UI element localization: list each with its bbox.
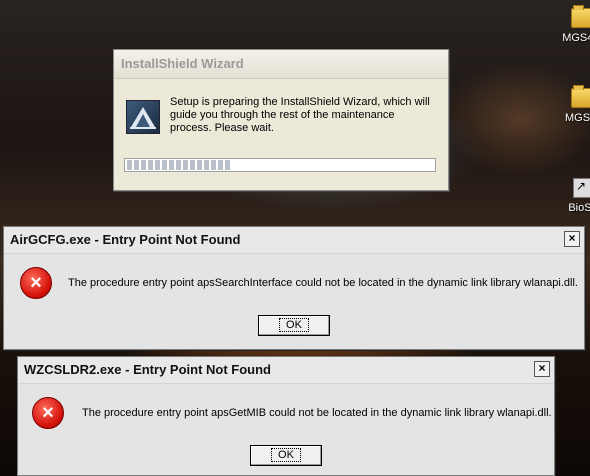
desktop-icon-label: BioSh [568,202,590,214]
error-message: The procedure entry point apsSearchInter… [68,277,578,289]
progress-segment [211,160,216,170]
ok-button-label: OK [271,448,301,462]
progress-segment [225,160,230,170]
ok-button[interactable]: OK [250,445,322,466]
progress-segment [183,160,188,170]
dialog-title-text: WZCSLDR2.exe - Entry Point Not Found [24,362,271,377]
shortcut-icon [573,178,590,198]
ok-button[interactable]: OK [258,315,330,336]
error-x-icon: × [20,267,52,299]
ok-button-label: OK [279,318,309,332]
progress-segment [134,160,139,170]
progress-segment [218,160,223,170]
wizard-progress-bar [124,158,436,172]
desktop-icon-label: MGS4 S [562,32,590,44]
progress-segment [155,160,160,170]
progress-segment [127,160,132,170]
folder-icon [571,5,590,28]
desktop-icon-mgs-r[interactable]: MGS R [553,85,590,124]
desktop-icon-bioshock[interactable]: BioSh [553,178,590,214]
wizard-message: Setup is preparing the InstallShield Wiz… [170,96,430,134]
error-dialog-wzcsldr2: WZCSLDR2.exe - Entry Point Not Found × ×… [17,356,555,476]
dialog-title: WZCSLDR2.exe - Entry Point Not Found × [18,357,554,384]
progress-segment [197,160,202,170]
error-x-icon: × [32,397,64,429]
wizard-title: InstallShield Wizard [114,50,448,79]
progress-segment [148,160,153,170]
installshield-wizard-window: InstallShield Wizard Setup is preparing … [113,49,449,191]
progress-segment [162,160,167,170]
close-button[interactable]: × [564,231,580,247]
desktop-icon-mgs4[interactable]: MGS4 S [553,5,590,44]
progress-segment [176,160,181,170]
error-dialog-airgcfg: AirGCFG.exe - Entry Point Not Found × × … [3,226,585,350]
progress-segment [169,160,174,170]
progress-segment [204,160,209,170]
desktop-icon-label: MGS R [564,112,590,124]
progress-segment [190,160,195,170]
dialog-title-text: AirGCFG.exe - Entry Point Not Found [10,232,241,247]
dialog-title: AirGCFG.exe - Entry Point Not Found × [4,227,584,254]
progress-segment [141,160,146,170]
folder-icon [571,85,590,108]
close-button[interactable]: × [534,361,550,377]
installshield-logo-icon [126,100,160,134]
error-message: The procedure entry point apsGetMIB coul… [82,407,552,419]
